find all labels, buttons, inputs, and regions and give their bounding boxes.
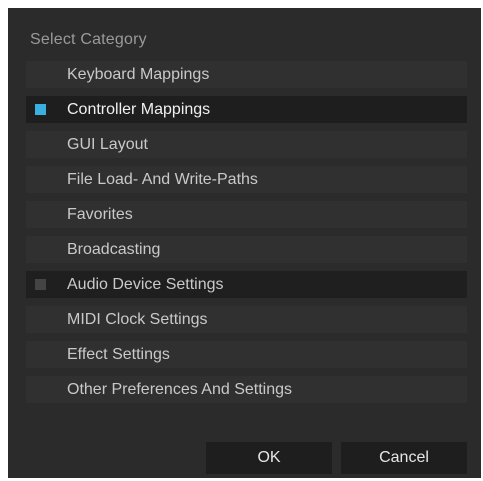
category-item-gui-layout[interactable]: GUI Layout <box>26 131 467 158</box>
category-label: Favorites <box>67 206 133 223</box>
ok-button[interactable]: OK <box>206 442 332 474</box>
category-label: Broadcasting <box>67 241 161 258</box>
category-item-keyboard-mappings[interactable]: Keyboard Mappings <box>26 61 467 88</box>
checkbox-unchecked-icon[interactable] <box>35 279 46 290</box>
category-item-audio-device-settings[interactable]: Audio Device Settings <box>26 271 467 298</box>
category-label: MIDI Clock Settings <box>67 311 208 328</box>
dialog-title: Select Category <box>30 31 147 48</box>
category-item-broadcasting[interactable]: Broadcasting <box>26 236 467 263</box>
category-label: GUI Layout <box>67 136 148 153</box>
category-label: File Load- And Write-Paths <box>67 171 258 188</box>
category-item-other-preferences[interactable]: Other Preferences And Settings <box>26 376 467 403</box>
category-item-midi-clock-settings[interactable]: MIDI Clock Settings <box>26 306 467 333</box>
category-label: Audio Device Settings <box>67 276 224 293</box>
category-item-file-paths[interactable]: File Load- And Write-Paths <box>26 166 467 193</box>
category-item-controller-mappings[interactable]: Controller Mappings <box>26 96 467 123</box>
category-item-favorites[interactable]: Favorites <box>26 201 467 228</box>
category-label: Effect Settings <box>67 346 170 363</box>
cancel-button[interactable]: Cancel <box>341 442 467 474</box>
category-label: Other Preferences And Settings <box>67 381 293 398</box>
category-label: Controller Mappings <box>67 101 211 118</box>
category-label: Keyboard Mappings <box>67 66 210 83</box>
checkbox-checked-icon[interactable] <box>35 104 46 115</box>
category-list: Keyboard Mappings Controller Mappings GU… <box>26 61 467 411</box>
category-item-effect-settings[interactable]: Effect Settings <box>26 341 467 368</box>
select-category-dialog: Select Category Keyboard Mappings Contro… <box>8 8 481 478</box>
